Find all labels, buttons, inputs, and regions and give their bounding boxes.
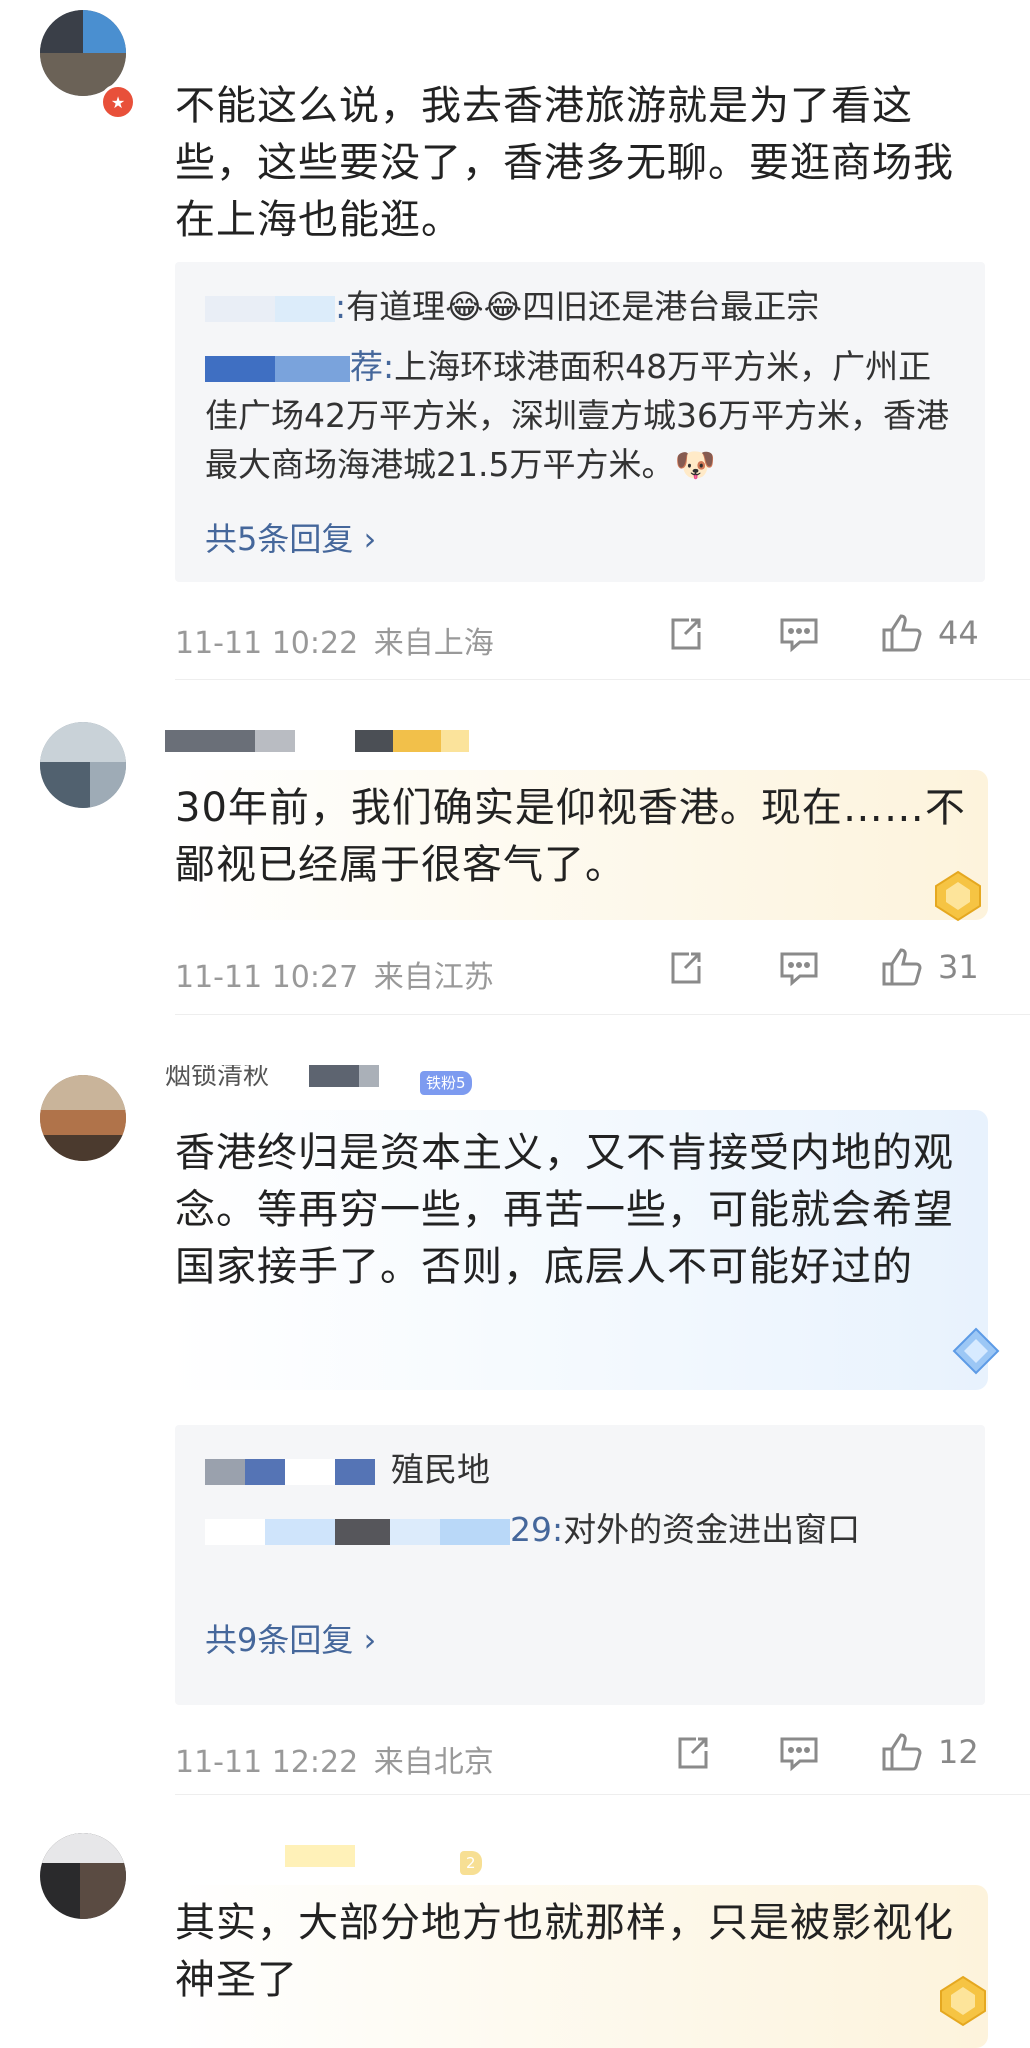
reply-preview[interactable]: 殖民地 29:对外的资金进出窗口 共9条回复 › — [175, 1425, 985, 1705]
avatar[interactable] — [40, 10, 126, 96]
thumbs-up-icon — [882, 1733, 922, 1771]
comment-item: ★ 不能这么说，我去香港旅游就是为了看这些，这些要没了，香港多无聊。要逛商场我在… — [0, 0, 1030, 680]
blue-diamond-icon — [950, 1325, 1002, 1381]
repost-button[interactable] — [665, 614, 705, 654]
repost-button[interactable] — [672, 1733, 712, 1773]
like-button[interactable]: 12 — [880, 1731, 979, 1773]
comment-icon — [780, 1737, 818, 1772]
reply-username: 29: — [510, 1510, 564, 1549]
reply-preview[interactable]: :有道理😂😂四旧还是港台最正宗 荐:上海环球港面积48万平方米，广州正佳广场42… — [175, 262, 985, 582]
location: 来自北京 — [373, 1745, 494, 1780]
reply-username-redacted — [205, 1518, 265, 1545]
comment-text: 其实，大部分地方也就那样，只是被影视化神圣了 — [175, 1900, 954, 2003]
comment-button[interactable] — [778, 614, 820, 654]
username-redacted[interactable] — [165, 730, 469, 752]
repost-button[interactable] — [665, 948, 705, 988]
timestamp: 11-11 10:22 — [175, 626, 359, 661]
comment-button[interactable] — [778, 1733, 820, 1773]
comment-item: 2 其实，大部分地方也就那样，只是被影视化神圣了 — [0, 1795, 1030, 2048]
like-button[interactable]: 31 — [880, 946, 979, 988]
more-replies-link[interactable]: 共5条回复 › — [205, 514, 376, 560]
like-count: 12 — [938, 1733, 979, 1771]
username-redacted[interactable] — [165, 1845, 355, 1867]
reply-item[interactable]: 29:对外的资金进出窗口 — [205, 1505, 961, 1554]
comment-item: 烟锁清秋 铁粉5 香港终归是资本主义，又不肯接受内地的观念。等再穷一些，再苦一些… — [0, 1015, 1030, 1795]
reply-item[interactable]: 荐:上海环球港面积48万平方米，广州正佳广场42万平方米，深圳壹方城36万平方米… — [205, 342, 961, 489]
reply-text: 有道理😂😂四旧还是港台最正宗 — [346, 287, 820, 326]
like-count: 31 — [938, 948, 979, 986]
reply-username-redacted — [205, 1458, 245, 1485]
reply-username-redacted — [390, 1518, 440, 1545]
timestamp: 11-11 12:22 — [175, 1745, 359, 1780]
repost-icon — [671, 952, 701, 984]
username-text: 烟锁清秋 — [165, 1065, 270, 1087]
avatar[interactable] — [40, 722, 126, 808]
reply-username-redacted — [335, 1518, 390, 1545]
reply-text: 殖民地 — [391, 1450, 490, 1489]
reply-username-redacted — [245, 1458, 285, 1485]
comment-icon — [780, 618, 818, 653]
comment-text: 不能这么说，我去香港旅游就是为了看这些，这些要没了，香港多无聊。要逛商场我在上海… — [175, 83, 954, 243]
reply-item[interactable]: :有道理😂😂四旧还是港台最正宗 — [205, 282, 961, 331]
avatar[interactable] — [40, 1075, 126, 1161]
reply-username-redacted — [265, 1518, 335, 1545]
comment-item: 30年前，我们确实是仰视香港。现在……不鄙视已经属于很客气了。 11-11 10… — [0, 680, 1030, 1015]
reply-username-redacted — [285, 1458, 335, 1485]
more-replies-link[interactable]: 共9条回复 › — [205, 1615, 376, 1661]
comment-text: 香港终归是资本主义，又不肯接受内地的观念。等再穷一些，再苦一些，可能就会希望国家… — [175, 1130, 954, 1290]
gold-badge-icon — [935, 1973, 991, 2033]
timestamp: 11-11 10:27 — [175, 960, 359, 995]
reply-item[interactable]: 殖民地 — [205, 1445, 961, 1494]
avatar[interactable] — [40, 1833, 126, 1919]
comment-meta: 11-11 12:22 来自北京 — [175, 1737, 494, 1781]
reply-username-redacted — [275, 355, 350, 382]
reply-text: 对外的资金进出窗口 — [563, 1510, 861, 1549]
reply-username-redacted — [275, 295, 335, 322]
comment-meta: 11-11 10:22 来自上海 — [175, 618, 494, 662]
comment-icon — [780, 952, 818, 987]
comment-button[interactable] — [778, 948, 820, 988]
reply-username-redacted — [205, 355, 275, 382]
reply-username-redacted — [205, 295, 275, 322]
fan-badge: 铁粉5 — [420, 1071, 472, 1095]
gold-badge-icon — [930, 868, 986, 928]
username[interactable]: 烟锁清秋 — [165, 1065, 380, 1087]
thumbs-up-icon — [882, 948, 922, 986]
comment-meta: 11-11 10:27 来自江苏 — [175, 952, 494, 996]
vip-badge-icon: ★ — [100, 84, 136, 120]
location: 来自江苏 — [373, 960, 494, 995]
reply-username-redacted — [440, 1518, 510, 1545]
thumbs-up-icon — [882, 614, 922, 652]
reply-username: 荐: — [350, 347, 395, 386]
like-button[interactable]: 44 — [880, 612, 979, 654]
like-count: 44 — [938, 614, 979, 652]
repost-icon — [678, 1737, 708, 1769]
reply-username: : — [335, 287, 347, 326]
comment-text: 30年前，我们确实是仰视香港。现在……不鄙视已经属于很客气了。 — [175, 785, 966, 888]
fan-badge: 2 — [460, 1851, 482, 1875]
location: 来自上海 — [373, 626, 494, 661]
repost-icon — [671, 618, 701, 650]
reply-username-redacted — [335, 1458, 375, 1485]
